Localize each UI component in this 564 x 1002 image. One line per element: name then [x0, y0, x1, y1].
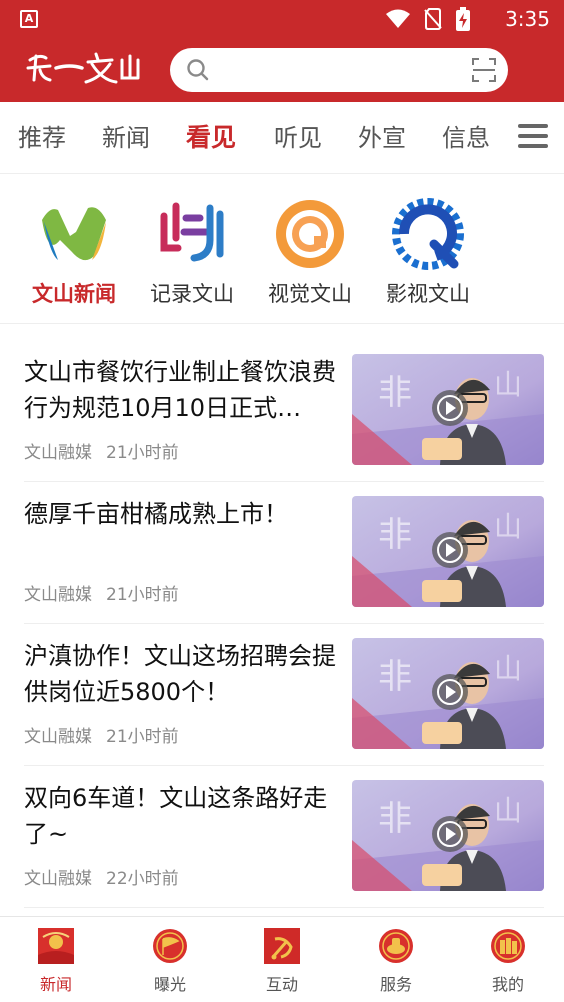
nav-news[interactable]: 新闻	[16, 927, 96, 995]
mine-icon	[491, 929, 525, 963]
tab-see[interactable]: 看见	[186, 122, 236, 154]
news-source: 文山融媒	[24, 869, 92, 889]
news-time: 21小时前	[106, 443, 179, 463]
status-icons	[386, 7, 470, 31]
svg-text:山: 山	[494, 794, 522, 827]
video-thumbnail[interactable]: 非 山	[352, 780, 544, 891]
nav-mine[interactable]: 我的	[468, 927, 548, 995]
tab-hear[interactable]: 听见	[274, 122, 322, 154]
news-meta: 文山融媒 21小时前	[24, 580, 179, 605]
news-title: 沪滇协作！文山这场招聘会提供岗位近5800个！	[24, 642, 336, 706]
sub-channel-label: 文山新闻	[32, 282, 116, 306]
nav-service[interactable]: 服务	[356, 927, 436, 995]
sub-channel-label: 记录文山	[150, 282, 234, 306]
news-source: 文山融媒	[24, 727, 92, 747]
battery-charging-icon	[456, 7, 470, 31]
news-item[interactable]: 文山市餐饮行业制止餐饮浪费行为规范10月10日正式… 文山融媒 21小时前 非 山	[24, 340, 544, 482]
channel-tabs: 推荐 新闻 看见 听见 外宣 信息	[0, 102, 564, 174]
scan-icon[interactable]	[472, 58, 496, 82]
nav-interact[interactable]: 互动	[242, 927, 322, 995]
tab-recommend[interactable]: 推荐	[18, 122, 66, 154]
search-input[interactable]	[220, 56, 460, 84]
svg-text:山: 山	[494, 652, 522, 685]
status-bar: A 3:35	[0, 0, 564, 38]
sub-channel-label: 影视文山	[386, 282, 470, 306]
service-icon	[379, 929, 413, 963]
svg-text:山: 山	[494, 510, 522, 543]
video-preview-image: 非 山	[352, 780, 544, 891]
news-item[interactable]: 沪滇协作！文山这场招聘会提供岗位近5800个！ 文山融媒 21小时前 非 山	[24, 624, 544, 766]
search-bar[interactable]	[170, 48, 508, 92]
tab-info[interactable]: 信息	[442, 122, 490, 154]
news-icon	[38, 928, 74, 964]
status-time: 3:35	[505, 7, 550, 31]
news-time: 22小时前	[106, 869, 179, 889]
news-meta: 文山融媒 21小时前	[24, 438, 179, 463]
sub-channel-wenshan-news[interactable]: 文山新闻	[14, 196, 134, 308]
svg-text:非: 非	[378, 657, 412, 697]
news-time: 21小时前	[106, 727, 179, 747]
news-title: 文山市餐饮行业制止餐饮浪费行为规范10月10日正式…	[24, 358, 336, 422]
svg-text:山: 山	[494, 368, 522, 401]
news-list: 文山市餐饮行业制止餐饮浪费行为规范10月10日正式… 文山融媒 21小时前 非 山…	[0, 340, 564, 908]
news-source: 文山融媒	[24, 443, 92, 463]
video-preview-image: 非 山	[352, 354, 544, 465]
tab-news[interactable]: 新闻	[102, 122, 150, 154]
channel-menu-icon[interactable]	[518, 124, 548, 150]
wifi-icon	[386, 9, 410, 28]
nav-label: 新闻	[39, 975, 72, 994]
interact-icon	[264, 928, 300, 964]
news-source: 文山融媒	[24, 585, 92, 605]
nav-label: 互动	[265, 975, 298, 994]
app-header: A 3:35	[0, 0, 564, 102]
news-title: 双向6车道！文山这条路好走了~	[24, 784, 328, 848]
news-item[interactable]: 德厚千亩柑橘成熟上市！ 文山融媒 21小时前 非 山	[24, 482, 544, 624]
record-wenshan-logo-icon	[160, 202, 224, 262]
visual-wenshan-logo-icon	[276, 200, 344, 268]
app-logo	[26, 52, 140, 84]
svg-text:非: 非	[378, 373, 412, 413]
sub-channel-record-wenshan[interactable]: 记录文山	[132, 196, 252, 308]
sub-channel-visual-wenshan[interactable]: 视觉文山	[250, 196, 370, 308]
nav-exposure[interactable]: 曝光	[130, 927, 210, 995]
film-wenshan-logo-icon	[392, 198, 464, 270]
video-preview-image: 非 山	[352, 638, 544, 749]
sub-channel-label: 视觉文山	[268, 282, 352, 306]
wenshan-news-logo-icon	[42, 207, 106, 261]
app-notification-icon: A	[20, 10, 38, 28]
svg-text:非: 非	[378, 799, 412, 839]
nav-label: 曝光	[153, 975, 186, 994]
nav-label: 服务	[379, 975, 412, 994]
nav-label: 我的	[491, 975, 524, 994]
bottom-navigation: 新闻 曝光 互动 服务 我的	[0, 916, 564, 1002]
svg-text:非: 非	[378, 515, 412, 555]
video-thumbnail[interactable]: 非 山	[352, 638, 544, 749]
tab-external-publicity[interactable]: 外宣	[358, 122, 406, 154]
no-sim-icon	[424, 8, 442, 30]
news-title: 德厚千亩柑橘成熟上市！	[24, 500, 288, 528]
news-time: 21小时前	[106, 585, 179, 605]
video-thumbnail[interactable]: 非 山	[352, 496, 544, 607]
video-thumbnail[interactable]: 非 山	[352, 354, 544, 465]
exposure-icon	[153, 929, 187, 963]
news-item[interactable]: 双向6车道！文山这条路好走了~ 文山融媒 22小时前 非 山	[24, 766, 544, 908]
video-preview-image: 非 山	[352, 496, 544, 607]
sub-channel-film-wenshan[interactable]: 影视文山	[368, 196, 488, 308]
search-icon	[187, 59, 209, 81]
news-meta: 文山融媒 21小时前	[24, 722, 179, 747]
sub-channel-row: 文山新闻 记录文山 视觉文山 影视文山	[0, 174, 564, 324]
news-meta: 文山融媒 22小时前	[24, 864, 179, 889]
